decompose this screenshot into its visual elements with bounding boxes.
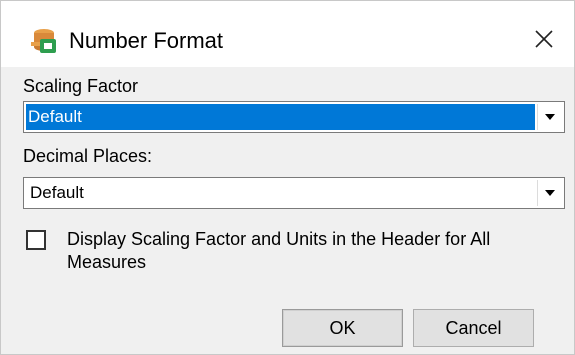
close-icon	[535, 30, 553, 48]
chevron-down-icon	[545, 114, 555, 120]
display-scaling-checkbox[interactable]	[26, 230, 46, 250]
app-icon	[28, 25, 60, 57]
decimal-places-value: Default	[30, 183, 84, 202]
decimal-places-label: Decimal Places:	[23, 146, 153, 166]
display-scaling-label[interactable]: Display Scaling Factor and Units in the …	[67, 228, 547, 274]
scaling-factor-value: Default	[25, 103, 536, 131]
scaling-factor-select[interactable]: Default	[23, 101, 565, 133]
scaling-factor-label: Scaling Factor	[23, 76, 139, 96]
decimal-places-dropdown-button[interactable]	[537, 180, 562, 206]
title-bar: Number Format	[1, 1, 574, 67]
chevron-down-icon	[545, 190, 555, 196]
number-format-dialog: Number Format Scaling Factor Default Dec…	[0, 0, 575, 355]
dialog-title: Number Format	[69, 28, 224, 53]
decimal-places-select[interactable]: Default	[23, 177, 565, 209]
scaling-factor-dropdown-button[interactable]	[537, 104, 562, 130]
cancel-button[interactable]: Cancel	[413, 309, 534, 347]
close-button[interactable]	[521, 19, 567, 59]
ok-button[interactable]: OK	[282, 309, 403, 347]
